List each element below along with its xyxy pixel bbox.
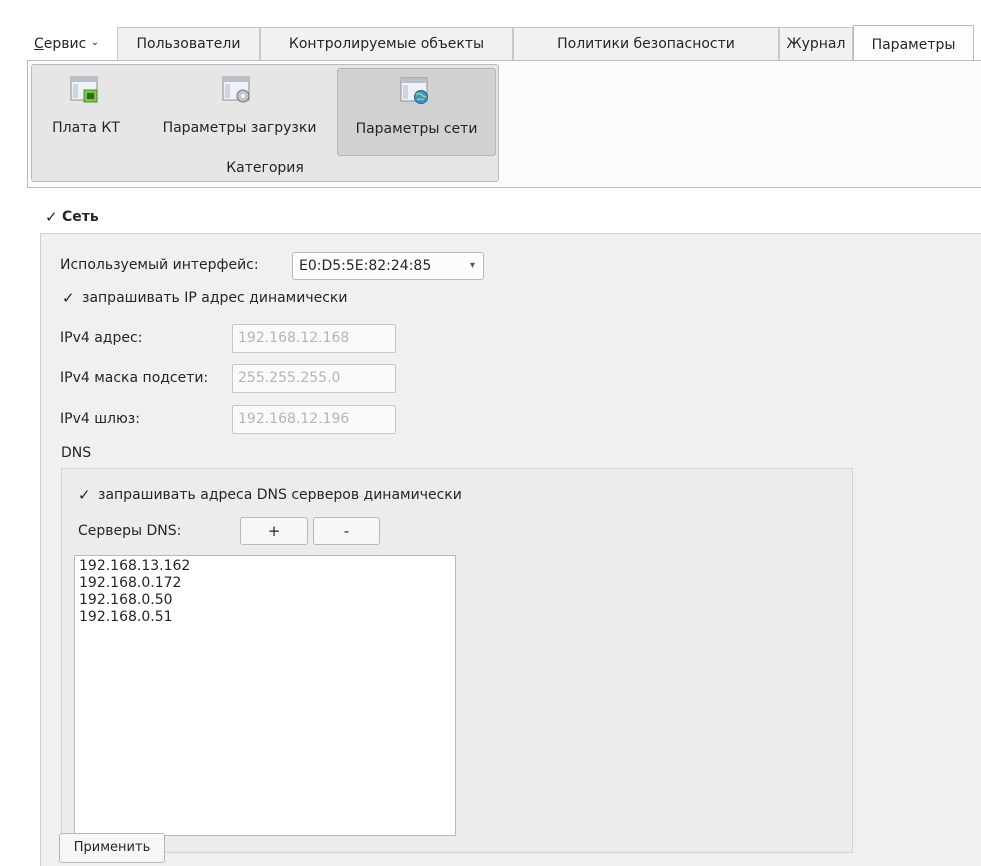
dns-server-list[interactable]: 192.168.13.162 192.168.0.172 192.168.0.5… (74, 555, 456, 836)
network-settings-label: Параметры сети (355, 121, 478, 137)
tab-users[interactable]: Пользователи (117, 27, 260, 60)
category-caption: Категория (226, 160, 304, 176)
tab-security-policies[interactable]: Политики безопасности (513, 27, 779, 60)
dhcp-ip-checkbox-row[interactable]: ✓ запрашивать IP адрес динамически (62, 289, 347, 307)
chevron-down-icon: ▾ (469, 260, 475, 271)
tab-parameters-label: Параметры (871, 37, 956, 53)
boot-settings-window-icon (222, 76, 252, 104)
network-section-toggle[interactable]: ✓ Сеть (45, 206, 99, 228)
dhcp-dns-label: запрашивать адреса DNS серверов динамиче… (98, 487, 462, 503)
add-dns-button[interactable]: + (240, 517, 308, 545)
apply-button-label: Применить (73, 840, 151, 855)
add-dns-button-label: + (267, 522, 281, 540)
service-menu-arrow-icon: ⌄ (90, 37, 100, 48)
main-tab-bar: Сервис ⌄ Пользователи Контролируемые объ… (32, 25, 981, 61)
ipv4-mask-value: 255.255.255.0 (238, 370, 341, 386)
ipv4-gateway-field[interactable]: 192.168.12.196 (232, 405, 396, 434)
ribbon-panel: Плата КТ Параметры загрузки Параметры се… (27, 60, 981, 188)
interface-label: Используемый интерфейс: (60, 257, 259, 273)
network-window-icon (400, 77, 430, 105)
dhcp-ip-label: запрашивать IP адрес динамически (82, 290, 348, 306)
list-item[interactable]: 192.168.0.172 (79, 575, 451, 592)
tab-journal[interactable]: Журнал (779, 27, 853, 60)
tab-parameters[interactable]: Параметры (853, 25, 974, 61)
ipv4-gateway-value: 192.168.12.196 (238, 411, 350, 427)
list-item[interactable]: 192.168.13.162 (79, 558, 451, 575)
boot-settings-label: Параметры загрузки (162, 120, 317, 136)
interface-combobox[interactable]: E0:D5:5E:82:24:85 ▾ (292, 252, 484, 280)
ipv4-mask-label: IPv4 маска подсети: (60, 370, 209, 386)
network-settings-button[interactable]: Параметры сети (337, 68, 496, 156)
service-menu[interactable]: Сервис ⌄ (34, 27, 99, 61)
interface-value: E0:D5:5E:82:24:85 (299, 258, 432, 274)
board-kt-label: Плата КТ (52, 120, 120, 136)
remove-dns-button[interactable]: - (313, 517, 380, 545)
dns-servers-label: Серверы DNS: (78, 523, 182, 539)
network-section-title: Сеть (62, 209, 99, 225)
dhcp-dns-checkbox-row[interactable]: ✓ запрашивать адреса DNS серверов динами… (78, 486, 462, 504)
ipv4-address-field[interactable]: 192.168.12.168 (232, 324, 396, 353)
tab-journal-label: Журнал (786, 36, 846, 52)
dhcp-dns-checkbox[interactable]: ✓ (78, 486, 92, 504)
remove-dns-button-label: - (343, 522, 350, 540)
network-section-checkbox[interactable]: ✓ (45, 208, 59, 226)
list-item[interactable]: 192.168.0.50 (79, 592, 451, 609)
board-window-icon (70, 76, 100, 104)
tab-security-policies-label: Политики безопасности (557, 36, 735, 52)
dhcp-ip-checkbox[interactable]: ✓ (62, 289, 76, 307)
settings-window: Сервис ⌄ Пользователи Контролируемые объ… (0, 0, 981, 866)
list-item[interactable]: 192.168.0.51 (79, 609, 451, 626)
ipv4-address-value: 192.168.12.168 (238, 330, 350, 346)
service-menu-accelerator: С (34, 36, 44, 52)
board-kt-button[interactable]: Плата КТ (33, 68, 139, 156)
tab-controlled-objects-label: Контролируемые объекты (288, 36, 485, 52)
service-menu-label: ервис (43, 36, 87, 52)
ipv4-gateway-label: IPv4 шлюз: (60, 411, 140, 427)
tab-users-label: Пользователи (136, 36, 241, 52)
ipv4-mask-field[interactable]: 255.255.255.0 (232, 364, 396, 393)
category-group: Плата КТ Параметры загрузки Параметры се… (31, 64, 499, 182)
dns-section-label: DNS (61, 445, 92, 461)
tab-controlled-objects[interactable]: Контролируемые объекты (260, 27, 513, 60)
ipv4-address-label: IPv4 адрес: (60, 330, 143, 346)
apply-button[interactable]: Применить (59, 833, 165, 863)
boot-settings-button[interactable]: Параметры загрузки (144, 68, 335, 156)
